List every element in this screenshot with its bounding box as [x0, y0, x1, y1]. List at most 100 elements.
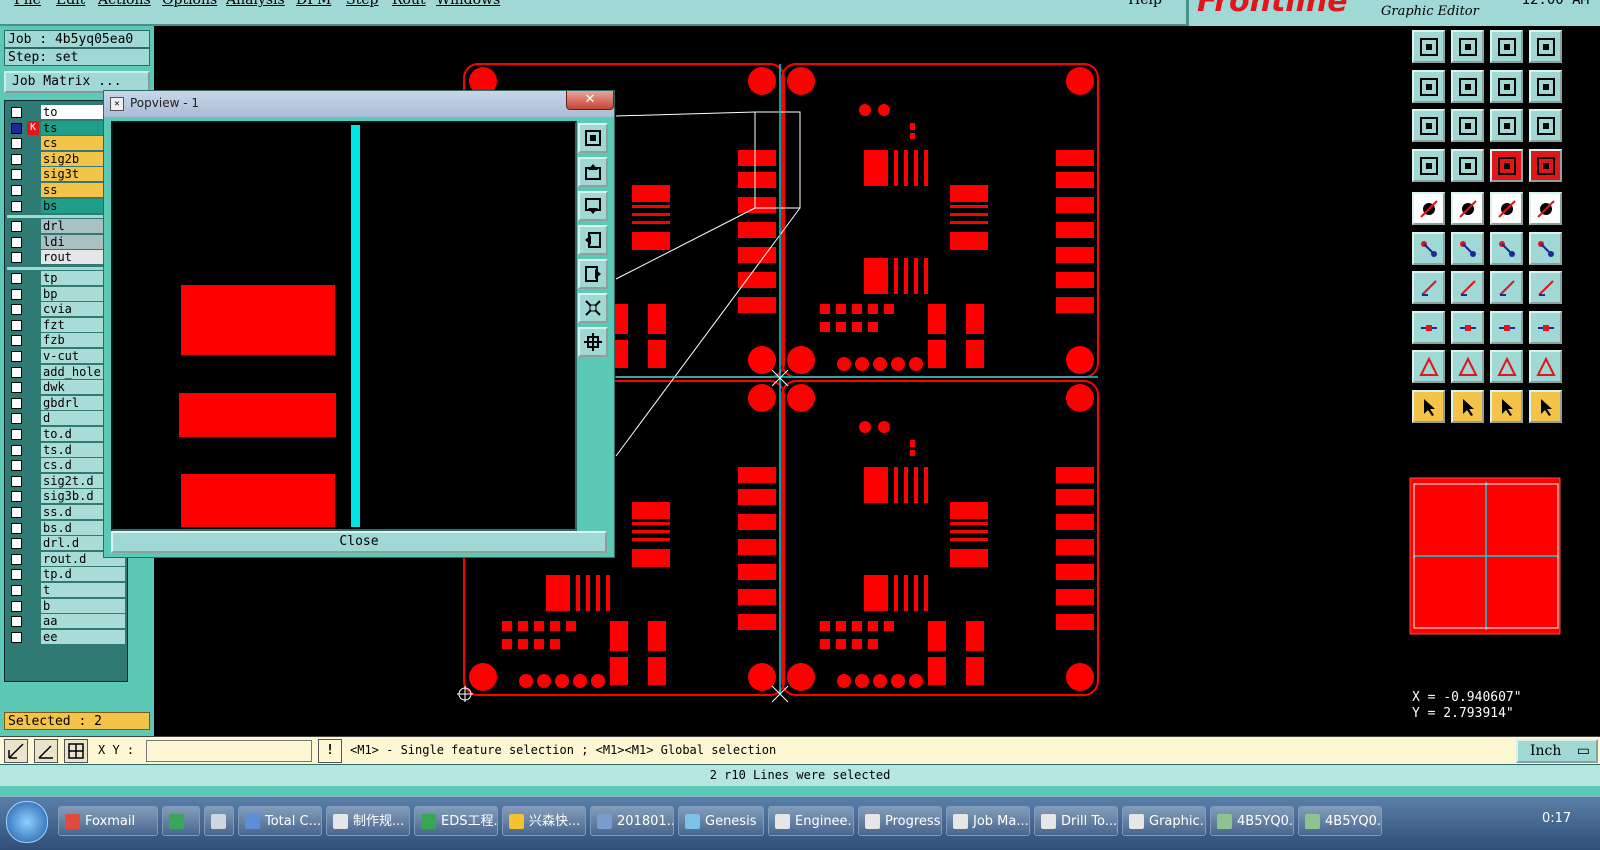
- redo-zoom-icon[interactable]: [1529, 69, 1562, 103]
- layer-checkbox[interactable]: [11, 413, 22, 425]
- pop-zoom-in-icon[interactable]: [578, 123, 608, 153]
- layer-row-b[interactable]: b: [7, 598, 125, 614]
- layer-checkbox[interactable]: [11, 491, 22, 503]
- taskbar-item[interactable]: 201801...: [590, 806, 674, 836]
- taskbar-item[interactable]: 兴森快...: [502, 806, 586, 836]
- layer-checkbox[interactable]: [11, 460, 22, 472]
- zoom-home-icon[interactable]: [1412, 30, 1445, 63]
- taskbar-item[interactable]: EDS工程...: [414, 806, 498, 836]
- pop-zoom-out-icon[interactable]: [578, 293, 608, 323]
- layer-checkbox[interactable]: [11, 382, 22, 394]
- step-preview[interactable]: [1408, 476, 1600, 636]
- select-arrow-icon[interactable]: [1412, 389, 1445, 423]
- layer-checkbox[interactable]: [11, 553, 22, 565]
- taskbar-item[interactable]: 4B5YQ0...: [1210, 806, 1294, 836]
- layer-checkbox[interactable]: [11, 429, 22, 440]
- layer-checkbox[interactable]: [11, 107, 22, 118]
- layer-control-icon[interactable]: [1529, 148, 1562, 182]
- layer-checkbox[interactable]: [11, 252, 22, 264]
- units-selector[interactable]: Inch ▭: [1516, 739, 1598, 763]
- delete-icon[interactable]: [1451, 231, 1484, 265]
- layer-row-t[interactable]: t: [7, 583, 125, 598]
- taskbar-item[interactable]: Graphic...: [1122, 806, 1206, 836]
- menu-windows[interactable]: Windows: [436, 0, 500, 8]
- layer-checkbox[interactable]: [11, 319, 22, 331]
- start-button-icon[interactable]: [6, 801, 48, 843]
- home-icon[interactable]: [1490, 30, 1523, 63]
- hole-icon[interactable]: [1529, 192, 1562, 225]
- connect-icon[interactable]: [1529, 231, 1562, 265]
- taskbar-item[interactable]: Drill To...: [1034, 806, 1118, 836]
- layer-checkbox[interactable]: [11, 153, 22, 165]
- layer-name[interactable]: aa: [41, 614, 125, 629]
- layer-name[interactable]: ee: [41, 629, 125, 644]
- help-icon[interactable]: [1529, 109, 1562, 142]
- add-pad-icon[interactable]: [1412, 192, 1445, 225]
- triangle-d-icon[interactable]: [1529, 350, 1562, 383]
- snap-mode-icon[interactable]: [4, 739, 28, 763]
- layer-name[interactable]: tp.d: [41, 567, 125, 582]
- layer-row-tp.d[interactable]: tp.d: [7, 567, 125, 582]
- menu-rout[interactable]: Rout: [392, 0, 426, 8]
- pop-pan-up-icon[interactable]: [578, 157, 608, 187]
- taskbar-item[interactable]: 4B5YQ0...: [1298, 806, 1382, 836]
- menu-step[interactable]: Step: [346, 0, 378, 8]
- menu-file[interactable]: File: [14, 0, 41, 8]
- cut-line-icon[interactable]: [1451, 310, 1484, 344]
- layer-checkbox[interactable]: [11, 185, 22, 196]
- layer-checkbox[interactable]: [11, 631, 22, 643]
- taskbar-item[interactable]: Foxmail: [58, 806, 158, 836]
- layer-checkbox[interactable]: [11, 335, 22, 347]
- scale-1-2-icon[interactable]: [1490, 109, 1523, 142]
- layer-checkbox[interactable]: [11, 351, 22, 362]
- pop-pan-left-icon[interactable]: [578, 225, 608, 255]
- route-icon[interactable]: [1529, 389, 1562, 423]
- layer-name[interactable]: t: [41, 583, 125, 597]
- menu-help[interactable]: Help: [1128, 0, 1162, 8]
- layer-checkbox[interactable]: [11, 273, 22, 284]
- layer-checkbox[interactable]: [11, 221, 22, 233]
- layer-checkbox[interactable]: [11, 288, 22, 300]
- undo-zoom-icon[interactable]: [1490, 69, 1523, 103]
- layer-checkbox[interactable]: [11, 366, 22, 378]
- edit-line-icon[interactable]: [1412, 271, 1445, 304]
- triangle-b-icon[interactable]: [1451, 350, 1484, 383]
- angle-mode-icon[interactable]: [34, 739, 58, 763]
- measure-icon[interactable]: [1490, 192, 1523, 225]
- zoom-next-icon[interactable]: [1529, 30, 1562, 63]
- pan-left-icon[interactable]: [1412, 69, 1445, 103]
- layer-checkbox[interactable]: [11, 538, 22, 550]
- grid-mode-icon[interactable]: [64, 739, 88, 763]
- copy-icon[interactable]: [1412, 310, 1445, 344]
- layer-checkbox[interactable]: [11, 169, 22, 181]
- popview-titlebar[interactable]: ✕ Popview - 1 ✕: [104, 91, 614, 117]
- snap-icon[interactable]: [1451, 148, 1484, 182]
- layer-checkbox[interactable]: [11, 397, 22, 409]
- pop-pan-right-icon[interactable]: [578, 259, 608, 289]
- popview-canvas[interactable]: [111, 121, 577, 531]
- menu-options[interactable]: Options: [162, 0, 217, 8]
- select-arrow-circle-icon[interactable]: [1490, 389, 1523, 423]
- zoom-page-icon[interactable]: [1451, 30, 1484, 63]
- layer-checkbox[interactable]: [11, 444, 22, 456]
- layer-name[interactable]: b: [41, 598, 125, 613]
- taskbar-item[interactable]: [162, 806, 200, 836]
- taskbar-item[interactable]: 制作规...: [326, 806, 410, 836]
- layer-checkbox[interactable]: [11, 236, 22, 248]
- taskbar-item[interactable]: Job Ma...: [946, 806, 1030, 836]
- layer-row-aa[interactable]: aa: [7, 614, 125, 629]
- close-icon[interactable]: ✕: [566, 91, 614, 110]
- fit-icon[interactable]: [1412, 109, 1445, 142]
- layer-row-ee[interactable]: ee: [7, 629, 125, 645]
- mirror-icon[interactable]: [1529, 271, 1562, 304]
- layer-checkbox[interactable]: [11, 585, 22, 596]
- taskbar-item[interactable]: Enginee...: [768, 806, 854, 836]
- move-icon[interactable]: [1490, 231, 1523, 265]
- layer-checkbox[interactable]: [11, 522, 22, 534]
- graphic-control-icon[interactable]: [1490, 148, 1523, 182]
- layer-checkbox[interactable]: [11, 122, 22, 134]
- exclamation-button[interactable]: !: [318, 739, 342, 763]
- layer-checkbox[interactable]: [11, 569, 22, 581]
- layer-checkbox[interactable]: [11, 138, 22, 150]
- edit-slash-icon[interactable]: [1451, 271, 1484, 304]
